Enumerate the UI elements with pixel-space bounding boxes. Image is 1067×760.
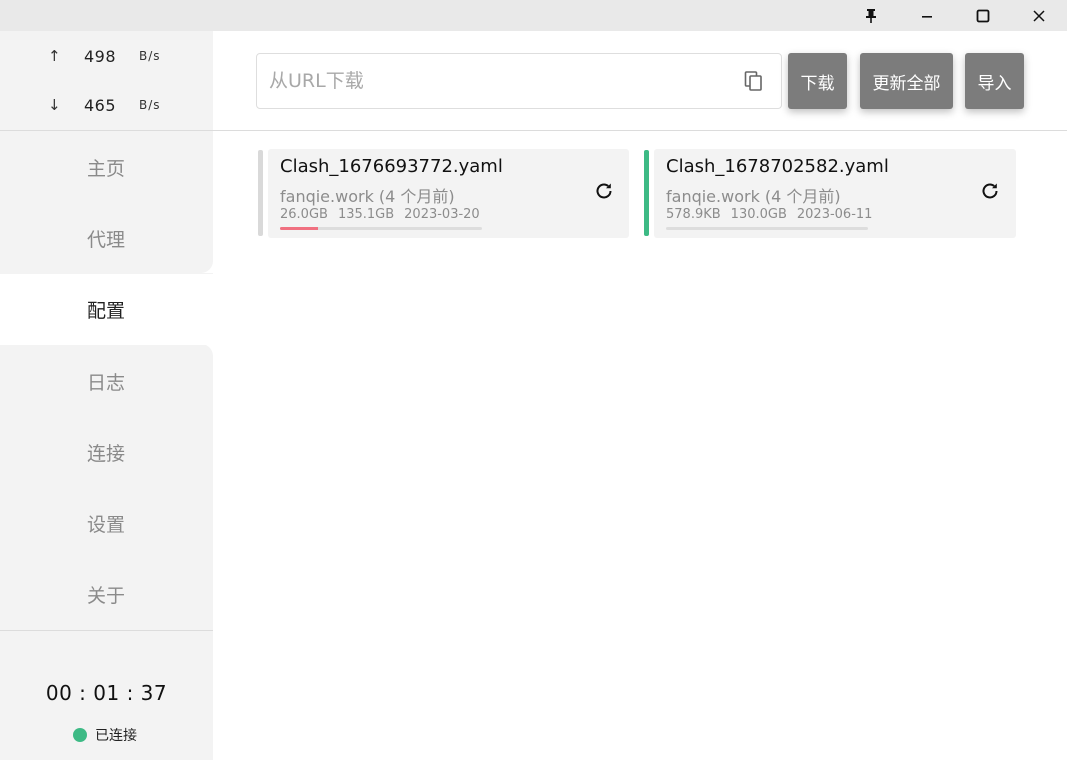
pin-icon (866, 8, 876, 23)
download-button[interactable]: 下载 (788, 53, 847, 109)
profile-meta: 26.0GB 135.1GB 2023-03-20 (280, 207, 490, 222)
sidebar-item-proxies[interactable]: 代理 (0, 203, 213, 274)
sidebar-item-settings[interactable]: 设置 (0, 488, 213, 559)
status-dot-icon (73, 728, 87, 742)
paste-icon[interactable] (743, 70, 765, 92)
sidebar-item-profiles[interactable]: 配置 (0, 274, 213, 345)
upload-speed-unit: B/s (139, 49, 161, 63)
refresh-icon[interactable] (593, 180, 615, 202)
profile-card-body: Clash_1678702582.yaml fanqie.work (4 个月前… (654, 149, 1016, 238)
profile-card[interactable]: Clash_1676693772.yaml fanqie.work (4 个月前… (258, 149, 629, 238)
usage-progress-fill (280, 227, 319, 230)
sidebar-divider (0, 130, 213, 131)
sidebar-item-about[interactable]: 关于 (0, 559, 213, 630)
sidebar-item-home[interactable]: 主页 (0, 132, 213, 203)
sidebar-divider-bottom (0, 630, 213, 631)
usage-progress-bar (280, 227, 482, 230)
usage-progress-bar (666, 227, 868, 230)
sidebar-item-logs[interactable]: 日志 (0, 346, 213, 417)
sidebar-item-connections[interactable]: 连接 (0, 417, 213, 488)
close-icon (1033, 9, 1045, 22)
maximize-icon (976, 9, 990, 22)
profile-used: 26.0GB (280, 207, 328, 222)
update-all-button[interactable]: 更新全部 (860, 53, 953, 109)
profile-total: 130.0GB (730, 207, 787, 222)
title-bar (0, 0, 1067, 31)
profile-used: 578.9KB (666, 207, 721, 222)
connection-status: 已连接 (73, 725, 137, 745)
download-speed-value: 465 (84, 95, 117, 115)
profile-source: fanqie.work (4 个月前) (666, 187, 841, 206)
profile-total: 135.1GB (337, 207, 395, 222)
upload-speed-value: 498 (84, 46, 117, 66)
upload-arrow-icon: ↑ (48, 47, 61, 65)
download-speed: ↓ 465 B/s (0, 90, 213, 120)
profile-expire: 2023-06-11 (796, 207, 873, 222)
minimize-icon (922, 15, 932, 18)
download-speed-unit: B/s (139, 98, 161, 112)
profile-card-body: Clash_1676693772.yaml fanqie.work (4 个月前… (268, 149, 629, 238)
profile-card-selected[interactable]: Clash_1678702582.yaml fanqie.work (4 个月前… (644, 149, 1016, 238)
minimize-button[interactable] (899, 0, 955, 31)
upload-speed: ↑ 498 B/s (0, 41, 213, 71)
profile-name: Clash_1676693772.yaml (280, 156, 503, 177)
download-arrow-icon: ↓ (48, 96, 61, 114)
uptime-timer: 00 : 01 : 37 (45, 681, 168, 705)
profile-indicator-selected (644, 150, 649, 236)
pin-button[interactable] (843, 0, 899, 31)
import-button[interactable]: 导入 (965, 53, 1024, 109)
profile-meta: 578.9KB 130.0GB 2023-06-11 (666, 207, 882, 222)
toolbar-divider (213, 130, 1067, 131)
profile-source: fanqie.work (4 个月前) (280, 187, 455, 206)
refresh-icon[interactable] (979, 180, 1001, 202)
url-input[interactable] (269, 54, 729, 108)
profile-indicator (258, 150, 263, 236)
main-content: 下载 更新全部 导入 Clash_1676693772.yaml fanqie.… (213, 31, 1067, 760)
maximize-button[interactable] (955, 0, 1011, 31)
profile-name: Clash_1678702582.yaml (666, 156, 889, 177)
status-label: 已连接 (95, 728, 137, 744)
profile-expire: 2023-03-20 (404, 207, 480, 222)
close-button[interactable] (1011, 0, 1067, 31)
url-input-wrapper (256, 53, 782, 109)
sidebar: ↑ 498 B/s ↓ 465 B/s 主页 代理 配置 日志 连接 设置 关于… (0, 31, 213, 760)
